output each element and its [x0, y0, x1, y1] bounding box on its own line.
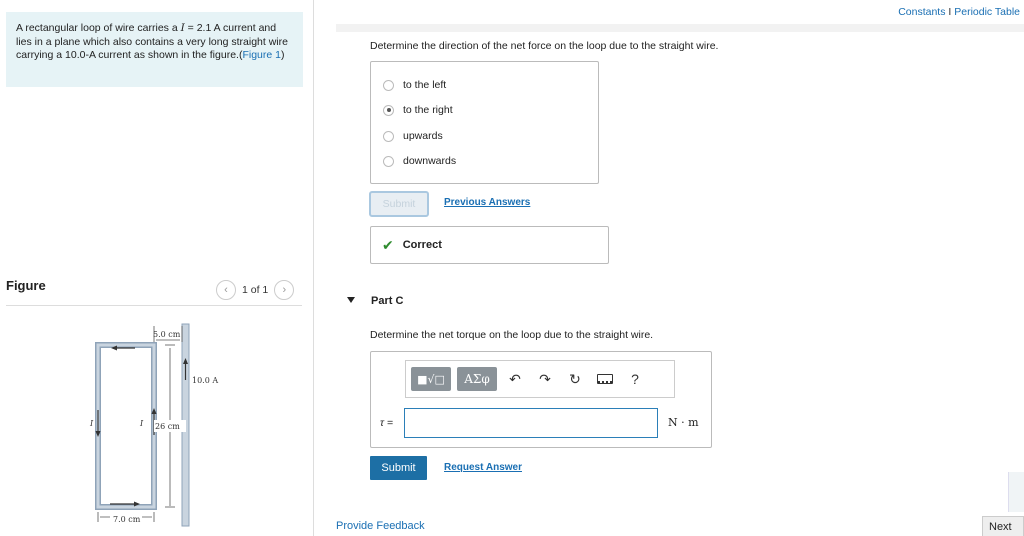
choice-label: to the left	[403, 79, 447, 91]
reference-links: Constants I Periodic Table	[898, 6, 1020, 18]
chevron-right-icon: ›	[282, 284, 287, 296]
problem-intro: A rectangular loop of wire carries a	[16, 22, 178, 34]
choice-downwards[interactable]: downwards	[383, 155, 456, 167]
next-figure-button[interactable]: ›	[274, 280, 295, 300]
loop-inner	[96, 343, 156, 509]
prev-figure-button[interactable]: ‹	[216, 280, 236, 300]
radio-button[interactable]	[383, 79, 394, 91]
loop-figure: 5.0 cm 10.0 A 26 cm 7.0 cm I I	[89, 323, 218, 527]
help-icon[interactable]: ?	[623, 367, 647, 391]
choice-upwards[interactable]: upwards	[383, 130, 443, 142]
previous-answers-link[interactable]: Previous Answers	[444, 197, 530, 208]
label-wire-current: 10.0 A	[192, 376, 218, 385]
part-c-title[interactable]: Part C	[371, 295, 403, 307]
choice-left[interactable]: to the left	[383, 79, 446, 91]
caret-down-icon[interactable]	[347, 297, 355, 303]
label-height: 26 cm	[155, 422, 180, 431]
problem-close: )	[280, 49, 285, 61]
chevron-left-icon: ‹	[224, 284, 228, 296]
torque-answer-input[interactable]	[404, 408, 658, 438]
figure-title: Figure	[6, 278, 46, 293]
variable-label: τ =	[380, 417, 393, 429]
label-top-width: 5.0 cm	[153, 330, 181, 339]
links-separator: I	[948, 6, 952, 18]
math-toolbar: ■√□ ΑΣφ ↶ ↷ ↻ ?	[405, 360, 675, 398]
constants-link[interactable]: Constants	[898, 6, 945, 18]
choice-label: downwards	[403, 155, 457, 167]
page: A rectangular loop of wire carries a I =…	[0, 0, 1024, 536]
provide-feedback-link[interactable]: Provide Feedback	[336, 520, 425, 532]
part-c-submit-button[interactable]: Submit	[370, 456, 427, 480]
reset-icon[interactable]: ↻	[563, 367, 587, 391]
current-value: = 2.1 A	[184, 22, 221, 34]
radio-button-selected[interactable]	[383, 104, 394, 116]
unit-label: N · m	[668, 416, 699, 429]
problem-statement: A rectangular loop of wire carries a I =…	[6, 12, 303, 87]
keyboard-icon[interactable]	[593, 367, 617, 391]
choice-label: to the right	[403, 104, 453, 116]
radio-button[interactable]	[383, 130, 394, 142]
undo-icon[interactable]: ↶	[503, 367, 527, 391]
figure-divider	[6, 305, 302, 306]
figure-link[interactable]: Figure 1	[242, 49, 281, 61]
choice-right[interactable]: to the right	[383, 104, 453, 116]
checkmark-icon: ✔	[382, 236, 394, 253]
part-b-question: Determine the direction of the net force…	[370, 40, 719, 52]
part-b-submit-button[interactable]: Submit	[369, 191, 429, 217]
label-left-current: I	[89, 419, 94, 428]
radio-button[interactable]	[383, 155, 394, 167]
greek-symbols-button[interactable]: ΑΣφ	[457, 367, 497, 391]
label-bottom-width: 7.0 cm	[113, 515, 141, 524]
label-right-current: I	[139, 419, 144, 428]
templates-button[interactable]: ■√□	[411, 367, 451, 391]
side-widget[interactable]	[1008, 472, 1024, 512]
periodic-table-link[interactable]: Periodic Table	[954, 6, 1020, 18]
panel-divider	[313, 0, 314, 536]
part-c-question: Determine the net torque on the loop due…	[370, 329, 654, 341]
correct-label: Correct	[402, 239, 442, 251]
answer-area: ■√□ ΑΣφ ↶ ↷ ↻ ? τ = N · m	[370, 351, 712, 448]
figure-nav: ‹ 1 of 1 ›	[216, 280, 295, 300]
next-button[interactable]: Next	[982, 516, 1024, 536]
choice-label: upwards	[403, 130, 443, 142]
request-answer-link[interactable]: Request Answer	[444, 462, 522, 473]
figure-counter: 1 of 1	[242, 284, 269, 296]
loop-outer	[95, 342, 157, 510]
answer-choices: to the left to the right upwards downwar…	[370, 61, 599, 184]
correct-feedback: ✔ Correct	[370, 226, 609, 264]
top-strip	[336, 24, 1024, 32]
redo-icon[interactable]: ↷	[533, 367, 557, 391]
